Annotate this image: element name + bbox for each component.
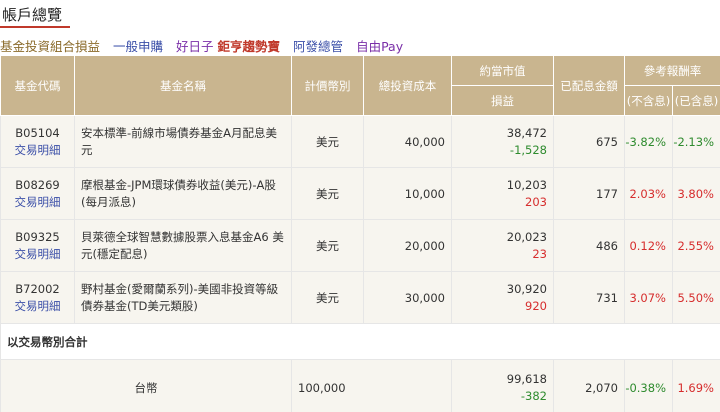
header-total-cost: 總投資成本 [363,55,452,116]
fund-cost: 20,000 [363,219,452,272]
fund-name: 摩根基金-JPM環球債券收益(美元)-A股(每月派息) [74,167,292,220]
fund-market-value: 20,023 [506,229,547,244]
sub-navigation: 基金投資組合損益 一般申購 好日子 鉅亨趨勢寶 阿發總管 自由Pay [0,36,416,55]
fund-value-cell: 30,920 920 [451,271,554,324]
fund-name: 野村基金(愛爾蘭系列)-美國非投資等級債券基金(TD美元類股) [74,271,292,324]
fund-name: 安本標準-前線市場債券基金A月配息美元 [74,115,292,168]
fund-code-cell: B05104 交易明細 [0,115,75,168]
total-dividend: 2,070 [553,359,625,412]
fund-value-cell: 38,472 -1,528 [451,115,554,168]
transaction-detail-link[interactable]: 交易明細 [1,194,74,211]
section-label: 以交易幣別合計 [0,323,720,360]
fund-value-cell: 20,023 23 [451,219,554,272]
nav-portfolio-pnl[interactable]: 基金投資組合損益 [0,36,100,55]
fund-pnl: 23 [532,246,547,261]
header-market-value: 約當市值 [451,55,554,86]
fund-market-value: 30,920 [506,281,547,296]
title-underline [0,26,70,28]
total-pnl: -382 [520,388,547,403]
fund-cost: 40,000 [363,115,452,168]
total-market-value: 99,618 [506,371,547,386]
page-title: 帳戶總覽 [2,6,63,24]
fund-return-incl: 5.50% [672,271,720,324]
total-return-incl: 1.69% [672,359,720,412]
fund-currency: 美元 [291,219,364,272]
header-dividend: 已配息金額 [553,55,625,116]
table-row: B09325 交易明細 貝萊德全球智慧數據股票入息基金A6 美元(穩定配息) 美… [0,219,720,272]
nav-good-day[interactable]: 好日子 鉅亨趨勢寶 [176,36,280,55]
fund-code: B72002 [15,281,60,296]
fund-code-cell: B09325 交易明細 [0,219,75,272]
fund-dividend: 486 [553,219,625,272]
total-value-cell: 99,618 -382 [451,359,554,412]
table-row: B05104 交易明細 安本標準-前線市場債券基金A月配息美元 美元 40,00… [0,115,720,168]
fund-return-incl: -2.13% [672,115,720,168]
fund-code: B05104 [15,125,60,140]
fund-return-excl: 3.07% [624,271,673,324]
nav-afa-manager[interactable]: 阿發總管 [293,36,343,55]
transaction-detail-link[interactable]: 交易明細 [1,298,74,315]
nav-trend-treasure-label: 鉅亨趨勢寶 [217,38,281,54]
header-fund-code: 基金代碼 [0,55,75,116]
nav-general-subscription[interactable]: 一般申購 [113,36,163,55]
fund-name: 貝萊德全球智慧數據股票入息基金A6 美元(穩定配息) [74,219,292,272]
table-row: B72002 交易明細 野村基金(愛爾蘭系列)-美國非投資等級債券基金(TD美元… [0,271,720,324]
fund-market-value: 38,472 [506,125,547,140]
fund-code-cell: B08269 交易明細 [0,167,75,220]
nav-free-pay[interactable]: 自由Pay [356,36,403,55]
fund-currency: 美元 [291,115,364,168]
fund-return-excl: -3.82% [624,115,673,168]
total-return-excl: -0.38% [624,359,673,412]
total-currency: 台幣 [0,359,292,412]
fund-return-excl: 0.12% [624,219,673,272]
fund-code: B08269 [15,177,60,192]
header-pnl: 損益 [451,85,554,116]
header-currency: 計價幣別 [291,55,364,116]
transaction-detail-link[interactable]: 交易明細 [1,246,74,263]
fund-dividend: 675 [553,115,625,168]
fund-pnl: 203 [525,194,547,209]
fund-return-incl: 3.80% [672,167,720,220]
header-fund-name: 基金名稱 [74,55,292,116]
header-reference-return: 參考報酬率 [624,55,720,86]
total-cost: 100,000 [291,359,452,412]
nav-good-day-label: 好日子 [176,38,214,54]
holdings-table: 基金代碼 基金名稱 計價幣別 總投資成本 約當市值 已配息金額 參考報酬率 損益… [0,55,720,412]
fund-code-cell: B72002 交易明細 [0,271,75,324]
table-row: B08269 交易明細 摩根基金-JPM環球債券收益(美元)-A股(每月派息) … [0,167,720,220]
fund-cost: 30,000 [363,271,452,324]
fund-currency: 美元 [291,271,364,324]
fund-pnl: -1,528 [509,142,547,157]
total-row: 台幣 100,000 99,618 -382 2,070 -0.38% 1.69… [0,359,720,412]
section-header-row: 以交易幣別合計 [0,323,720,360]
header-excl-dividend: (不含息) [624,85,673,116]
fund-return-excl: 2.03% [624,167,673,220]
fund-currency: 美元 [291,167,364,220]
fund-market-value: 10,203 [506,177,547,192]
fund-cost: 10,000 [363,167,452,220]
fund-pnl: 920 [525,298,547,313]
fund-value-cell: 10,203 203 [451,167,554,220]
header-incl-dividend: (已含息) [672,85,720,116]
fund-return-incl: 2.55% [672,219,720,272]
fund-code: B09325 [15,229,60,244]
transaction-detail-link[interactable]: 交易明細 [1,142,74,159]
fund-dividend: 731 [553,271,625,324]
fund-dividend: 177 [553,167,625,220]
